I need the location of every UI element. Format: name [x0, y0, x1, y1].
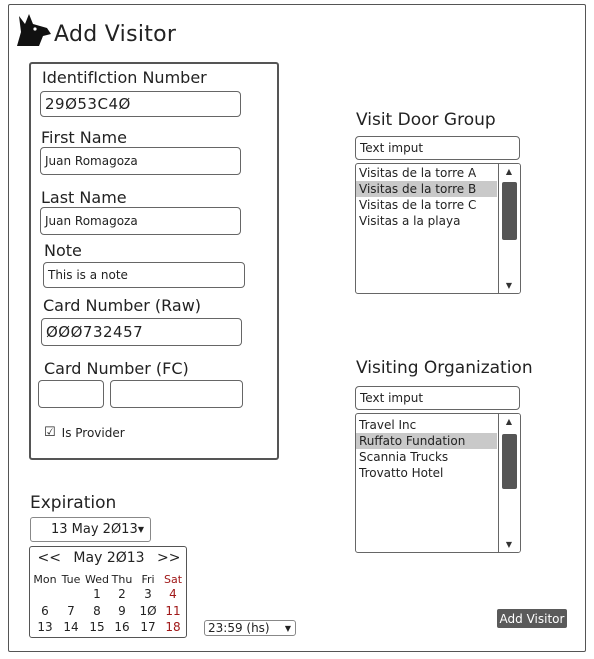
weekday-header: Fri [141, 573, 155, 586]
id-number-input[interactable]: 29Ø53C4Ø [40, 91, 241, 117]
card-raw-label: Card Number (Raw) [43, 296, 202, 315]
page-title: Add Visitor [54, 22, 177, 47]
weekday-header: Tue [61, 573, 81, 586]
calendar-day[interactable]: 1Ø [136, 604, 160, 618]
scroll-up-icon[interactable]: ▲ [499, 417, 519, 426]
organization-scrollbar[interactable]: ▲ ▼ [498, 414, 520, 552]
door-group-item-selected[interactable]: Visitas de la torre B [356, 181, 497, 197]
weekday-header: Mon [33, 573, 57, 586]
weekday-header-sat: Sat [163, 573, 183, 586]
door-group-item[interactable]: Visitas de la torre C [356, 197, 497, 213]
scroll-thumb[interactable] [502, 434, 517, 489]
last-name-input[interactable]: Juan Romagoza [40, 207, 241, 235]
checkbox-checked-icon: ☑ [44, 425, 56, 440]
first-name-input[interactable]: Juan Romagoza [40, 147, 241, 175]
calendar-next-button[interactable]: >> [157, 550, 180, 566]
calendar-day[interactable]: 17 [136, 620, 160, 634]
expiration-date-dropdown[interactable]: 13 May 2Ø13 ▼ [30, 517, 151, 542]
card-fc-number-input[interactable] [110, 380, 243, 408]
id-number-label: IdentifIction Number [42, 68, 207, 87]
scroll-thumb[interactable] [502, 182, 517, 240]
organization-filter-input[interactable]: Text imput [355, 386, 520, 410]
calendar-day[interactable]: 3 [136, 587, 160, 601]
card-fc-facility-input[interactable] [38, 380, 104, 408]
last-name-label: Last Name [41, 188, 127, 207]
door-group-label: Visit Door Group [356, 110, 496, 130]
calendar-day-sat[interactable]: 4 [161, 587, 185, 601]
door-group-listbox[interactable]: Visitas de la torre A Visitas de la torr… [355, 163, 521, 294]
organization-item[interactable]: Trovatto Hotel [356, 465, 497, 481]
expiration-time-dropdown[interactable]: 23:59 (hs) ▼ [204, 620, 296, 636]
scroll-up-icon[interactable]: ▲ [499, 167, 519, 176]
calendar-day[interactable]: 8 [85, 604, 109, 618]
organization-label: Visiting Organization [356, 358, 533, 378]
organization-item[interactable]: Scannia Trucks [356, 449, 497, 465]
calendar-month-year: May 2Ø13 [73, 550, 145, 566]
dog-head-icon [17, 14, 51, 46]
calendar-day-sat[interactable]: 11 [161, 604, 185, 618]
scroll-down-icon[interactable]: ▼ [499, 281, 519, 290]
calendar-day[interactable]: 6 [33, 604, 57, 618]
add-visitor-button[interactable]: Add Visitor [497, 609, 567, 628]
door-group-item[interactable]: Visitas a la playa [356, 213, 497, 229]
scroll-down-icon[interactable]: ▼ [499, 540, 519, 549]
calendar-day[interactable]: 9 [110, 604, 134, 618]
calendar-header: << May 2Ø13 >> [30, 550, 188, 566]
is-provider-checkbox[interactable]: ☑ Is Provider [44, 425, 125, 440]
weekday-header: Thu [111, 573, 133, 586]
door-group-item[interactable]: Visitas de la torre A [356, 165, 497, 181]
card-fc-label: Card Number (FC) [44, 359, 189, 378]
note-label: Note [44, 241, 82, 260]
organization-item-selected[interactable]: Ruffato Fundation [356, 433, 497, 449]
card-raw-input[interactable]: ØØØ732457 [41, 318, 242, 346]
calendar-prev-button[interactable]: << [38, 550, 61, 566]
calendar-day[interactable]: 16 [110, 620, 134, 634]
calendar-day[interactable]: 13 [33, 620, 57, 634]
expiration-label: Expiration [30, 493, 117, 513]
weekday-header: Wed [85, 573, 109, 586]
chevron-down-icon: ▼ [284, 623, 291, 633]
expiration-date-value: 13 May 2Ø13 [51, 522, 138, 537]
organization-item[interactable]: Travel Inc [356, 417, 497, 433]
calendar-day[interactable]: 2 [110, 587, 134, 601]
calendar-day[interactable]: 14 [59, 620, 83, 634]
is-provider-label: Is Provider [61, 425, 125, 440]
calendar-day[interactable]: 15 [85, 620, 109, 634]
door-group-scrollbar[interactable]: ▲ ▼ [498, 164, 520, 293]
chevron-down-icon: ▼ [137, 525, 144, 534]
note-input[interactable]: This is a note [43, 262, 245, 288]
calendar-day-sat[interactable]: 18 [161, 620, 185, 634]
organization-listbox[interactable]: Travel Inc Ruffato Fundation Scannia Tru… [355, 413, 521, 553]
calendar-day[interactable]: 7 [59, 604, 83, 618]
first-name-label: First Name [41, 128, 127, 147]
expiration-time-value: 23:59 (hs) [208, 621, 270, 635]
date-picker-calendar: << May 2Ø13 >> Mon Tue Wed Thu Fri Sat 1… [29, 546, 187, 638]
calendar-day[interactable]: 1 [85, 587, 109, 601]
door-group-filter-input[interactable]: Text imput [355, 136, 520, 160]
